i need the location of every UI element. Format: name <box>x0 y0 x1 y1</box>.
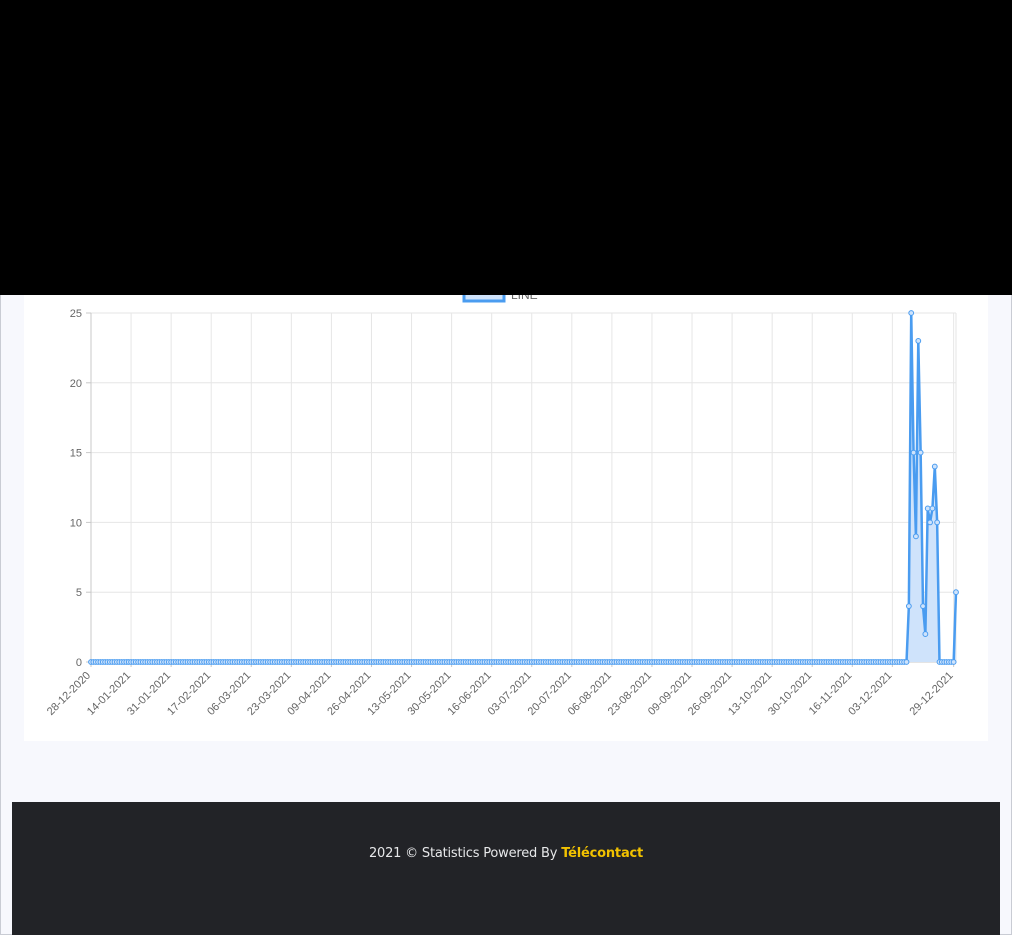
line-chart: 051015202528-12-202014-01-202131-01-2021… <box>45 295 959 718</box>
data-point <box>950 659 957 665</box>
data-point <box>908 310 915 316</box>
footer-brand-link[interactable]: Télécontact <box>561 846 643 861</box>
data-point <box>903 659 910 665</box>
data-point <box>934 519 941 526</box>
redacted-overlay <box>0 0 1012 295</box>
chart-card: 0 5 10 15 20 25 28-12-2020 14-01-2021 31-01-2021… <box>24 295 988 741</box>
x-tick-label: 29-12-2021 <box>907 670 955 718</box>
data-point <box>905 603 912 610</box>
y-tick-label: 15 <box>70 448 82 460</box>
data-point <box>927 519 933 526</box>
series-line <box>91 311 958 664</box>
y-tick-label: 10 <box>70 517 82 529</box>
x-tick-label: 30-10-2021 <box>766 670 814 718</box>
data-point <box>917 449 924 456</box>
legend-label: LINE <box>511 295 538 302</box>
y-tick-label: 20 <box>70 378 82 390</box>
data-point <box>915 338 922 344</box>
y-tick-label: 5 <box>76 587 82 599</box>
data-point <box>910 449 917 456</box>
legend-swatch <box>462 295 506 303</box>
data-point <box>929 505 936 512</box>
x-tick-label: 03-12-2021 <box>846 670 894 718</box>
footer-text: 2021 © Statistics Powered By Télécontact <box>12 846 1000 861</box>
footer: 2021 © Statistics Powered By Télécontact <box>12 802 1000 935</box>
y-tick-label: 0 <box>76 657 82 669</box>
y-tick-label: 25 <box>70 308 82 320</box>
data-point <box>931 463 938 470</box>
data-point <box>922 631 929 637</box>
data-point <box>924 505 931 512</box>
data-point <box>913 533 919 540</box>
data-point <box>953 589 959 596</box>
series-area <box>91 313 956 662</box>
data-point <box>920 603 926 610</box>
footer-copyright: 2021 © Statistics Powered By <box>368 846 562 861</box>
